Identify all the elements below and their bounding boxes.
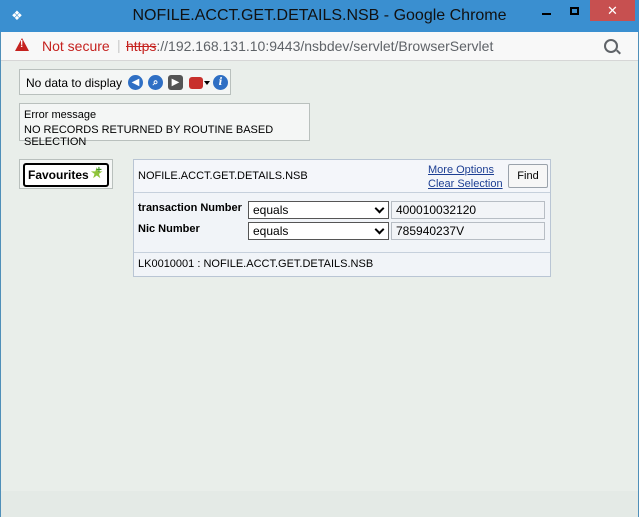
error-heading: Error message bbox=[24, 109, 97, 121]
search-icon[interactable]: ⌕ bbox=[148, 75, 163, 90]
selection-criteria-panel: NOFILE.ACCT.GET.DETAILS.NSB More Options… bbox=[133, 159, 551, 277]
address-separator: | bbox=[117, 37, 121, 53]
enquiry-toolbar: No data to display ◀ ⌕ ▶ i bbox=[19, 69, 231, 95]
tools-dropdown-icon[interactable] bbox=[204, 81, 210, 85]
window-bottom-strip bbox=[1, 491, 638, 517]
back-icon[interactable]: ◀ bbox=[128, 75, 143, 90]
clear-selection-link[interactable]: Clear Selection bbox=[428, 178, 503, 190]
zoom-icon[interactable] bbox=[604, 39, 618, 53]
favourites-label: Favourites bbox=[28, 168, 89, 182]
warning-icon[interactable]: ! bbox=[15, 38, 29, 51]
window-titlebar: ❖ NOFILE.ACCT.GET.DETAILS.NSB - Google C… bbox=[0, 0, 639, 32]
transaction-number-operator-select[interactable]: equals bbox=[248, 201, 389, 219]
page-content: No data to display ◀ ⌕ ▶ i Error message… bbox=[1, 61, 638, 491]
transaction-number-input[interactable]: 400010032120 bbox=[391, 201, 545, 219]
url-text[interactable]: https://192.168.131.10:9443/nsbdev/servl… bbox=[126, 38, 493, 54]
next-icon[interactable]: ▶ bbox=[168, 75, 183, 90]
error-message-box: Error message NO RECORDS RETURNED BY ROU… bbox=[19, 103, 310, 148]
error-text: NO RECORDS RETURNED BY ROUTINE BASED SEL… bbox=[24, 124, 274, 148]
maximize-button[interactable] bbox=[561, 0, 587, 21]
enquiry-id-text: LK0010001 : NOFILE.ACCT.GET.DETAILS.NSB bbox=[138, 258, 374, 270]
transaction-number-label: transaction Number bbox=[138, 202, 242, 214]
chevron-down-icon bbox=[374, 224, 385, 235]
chevron-down-icon bbox=[374, 203, 385, 214]
find-button[interactable]: Find bbox=[508, 164, 548, 188]
favourites-panel: Favourites ★ + bbox=[19, 159, 113, 189]
nic-number-input[interactable]: 785940237V bbox=[391, 222, 545, 240]
selection-header: NOFILE.ACCT.GET.DETAILS.NSB More Options… bbox=[134, 160, 550, 193]
status-text: No data to display bbox=[26, 76, 123, 90]
url-rest: ://192.168.131.10:9443/nsbdev/servlet/Br… bbox=[156, 38, 494, 54]
favourites-button[interactable]: Favourites ★ + bbox=[23, 163, 109, 187]
tools-icon[interactable] bbox=[189, 77, 203, 89]
minimize-icon bbox=[541, 12, 551, 15]
enquiry-title: NOFILE.ACCT.GET.DETAILS.NSB bbox=[138, 170, 308, 182]
address-bar[interactable]: ! Not secure | https://192.168.131.10:94… bbox=[1, 32, 638, 61]
url-scheme: https bbox=[126, 38, 157, 54]
close-icon: ✕ bbox=[607, 2, 618, 18]
selection-footer: LK0010001 : NOFILE.ACCT.GET.DETAILS.NSB bbox=[134, 252, 550, 277]
info-icon[interactable]: i bbox=[213, 75, 228, 90]
nic-number-operator-select[interactable]: equals bbox=[248, 222, 389, 240]
more-options-link[interactable]: More Options bbox=[428, 164, 494, 176]
close-button[interactable]: ✕ bbox=[590, 0, 635, 21]
not-secure-label[interactable]: Not secure bbox=[42, 38, 110, 54]
minimize-button[interactable] bbox=[533, 0, 559, 21]
maximize-icon bbox=[569, 6, 579, 15]
nic-number-label: Nic Number bbox=[138, 223, 200, 235]
